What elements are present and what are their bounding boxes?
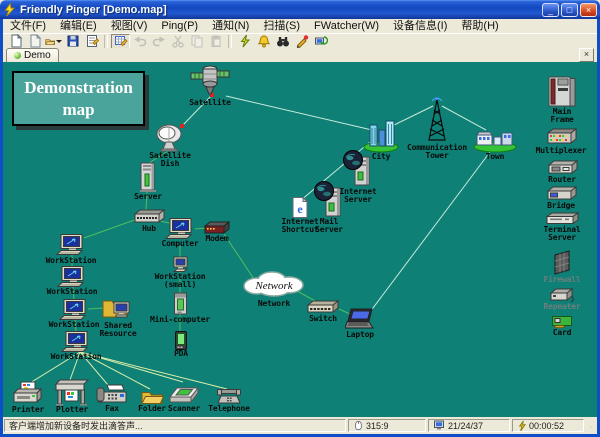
monitor-icon — [433, 420, 445, 431]
shared-resource-label: Shared Resource — [73, 322, 163, 338]
menu-scan[interactable]: 扫描(S) — [256, 19, 307, 33]
main-frame-label: Main Frame — [517, 108, 597, 124]
uptime-panel: 00:00:52 — [512, 419, 584, 432]
firewall-label: Firewall — [517, 276, 597, 284]
repeater-label: Repeater — [517, 303, 597, 311]
server-label: Server — [103, 193, 193, 201]
trace-button[interactable] — [311, 34, 330, 49]
status-bar: 客户端增加新设备时发出滴答声... 315:9 21/24/37 00:00:5… — [3, 417, 597, 434]
open-button[interactable] — [44, 34, 63, 49]
tab-close-icon[interactable]: × — [579, 48, 594, 62]
router-label: Router — [517, 176, 597, 184]
card-label: Card — [517, 329, 597, 337]
comm-tower-icon[interactable] — [424, 96, 450, 149]
redo-button[interactable] — [149, 34, 168, 49]
map-title-box: Demonstration map — [12, 71, 145, 126]
workstation-2-label: WorkStation — [27, 288, 117, 296]
device-counts-panel: 21/24/37 — [428, 419, 510, 432]
ping-button[interactable] — [235, 34, 254, 49]
title-bar[interactable]: Friendly Pinger [Demo.map] _ □ × — [0, 0, 600, 19]
menu-file[interactable]: 文件(F) — [3, 19, 53, 33]
status-message: 客户端增加新设备时发出滴答声... — [9, 419, 143, 432]
menu-edit[interactable]: 编辑(E) — [53, 19, 104, 33]
notification-button[interactable] — [254, 34, 273, 49]
mouse-icon — [353, 420, 363, 432]
undo-button[interactable] — [130, 34, 149, 49]
uptime-timer: 00:00:52 — [529, 421, 564, 431]
multiplexer-label: Multiplexer — [516, 147, 597, 155]
menu-ping[interactable]: Ping(P) — [154, 19, 205, 33]
save-button[interactable] — [63, 34, 82, 49]
mail-server-label: Mail Server — [284, 218, 374, 234]
menu-help[interactable]: 帮助(H) — [454, 19, 505, 33]
find-button[interactable] — [273, 34, 292, 49]
map-title-line1: Demonstration — [14, 77, 143, 99]
telephone-label: Telephone — [184, 405, 274, 413]
uptime-lightning-icon — [517, 420, 526, 432]
menu-view[interactable]: 视图(V) — [104, 19, 155, 33]
toolbar-separator — [104, 35, 108, 48]
tab-status-ball-icon — [14, 52, 21, 59]
mouse-position-panel: 315:9 — [348, 419, 426, 432]
copy-button[interactable] — [187, 34, 206, 49]
cut-button[interactable] — [168, 34, 187, 49]
fwatcher-button[interactable] — [292, 34, 311, 49]
modem-label: Modem — [172, 235, 262, 243]
toolbar — [3, 33, 597, 48]
edit-mode-button[interactable] — [111, 34, 130, 49]
mini-computer-label: Mini-computer — [135, 316, 225, 324]
map-title-line2: map — [14, 99, 143, 121]
menu-device-info[interactable]: 设备信息(I) — [386, 19, 454, 33]
mouse-position: 315:9 — [366, 421, 389, 431]
workstation-small-label: WorkStation (small) — [135, 273, 225, 289]
satellite-label: Satellite — [165, 99, 255, 107]
menu-fwatcher[interactable]: FWatcher(W) — [307, 19, 386, 33]
paste-button[interactable] — [206, 34, 225, 49]
menu-notify[interactable]: 通知(N) — [205, 19, 256, 33]
device-list-button[interactable] — [82, 34, 101, 49]
laptop-label: Laptop — [315, 331, 405, 339]
new-map-button[interactable] — [6, 34, 25, 49]
menu-bar: 文件(F)编辑(E)视图(V)Ping(P)通知(N)扫描(S)FWatcher… — [3, 19, 597, 33]
pda-label: PDA — [136, 350, 226, 358]
resize-grip[interactable] — [586, 419, 596, 432]
link-town-laptop — [370, 152, 490, 312]
svg-text:e: e — [297, 202, 303, 216]
tab-label: Demo — [24, 50, 51, 61]
device-counts: 21/24/37 — [448, 421, 483, 431]
maximize-button[interactable]: □ — [561, 3, 578, 17]
minimize-button[interactable]: _ — [542, 3, 559, 17]
tab-bar: Demo × — [3, 48, 597, 62]
terminal-server-label: Terminal Server — [517, 226, 597, 242]
satellite-icon[interactable] — [190, 63, 230, 102]
app-lightning-icon — [3, 3, 16, 17]
internet-server-label: Internet Server — [313, 188, 403, 204]
workstation-1-label: WorkStation — [26, 257, 116, 265]
close-button[interactable]: × — [580, 3, 597, 17]
toolbar-separator — [228, 35, 232, 48]
workstation-4-label: WorkStation — [31, 353, 121, 361]
dropdown-arrow-icon[interactable] — [56, 40, 62, 43]
window-title: Friendly Pinger [Demo.map] — [20, 4, 167, 16]
bridge-label: Bridge — [516, 202, 597, 210]
svg-text:Network: Network — [254, 280, 293, 292]
status-message-panel: 客户端增加新设备时发出滴答声... — [4, 419, 346, 432]
new-page-button[interactable] — [25, 34, 44, 49]
map-canvas[interactable]: Demonstration map SatelliteSatellite Dis… — [3, 62, 597, 417]
tab-demo[interactable]: Demo — [6, 48, 59, 62]
